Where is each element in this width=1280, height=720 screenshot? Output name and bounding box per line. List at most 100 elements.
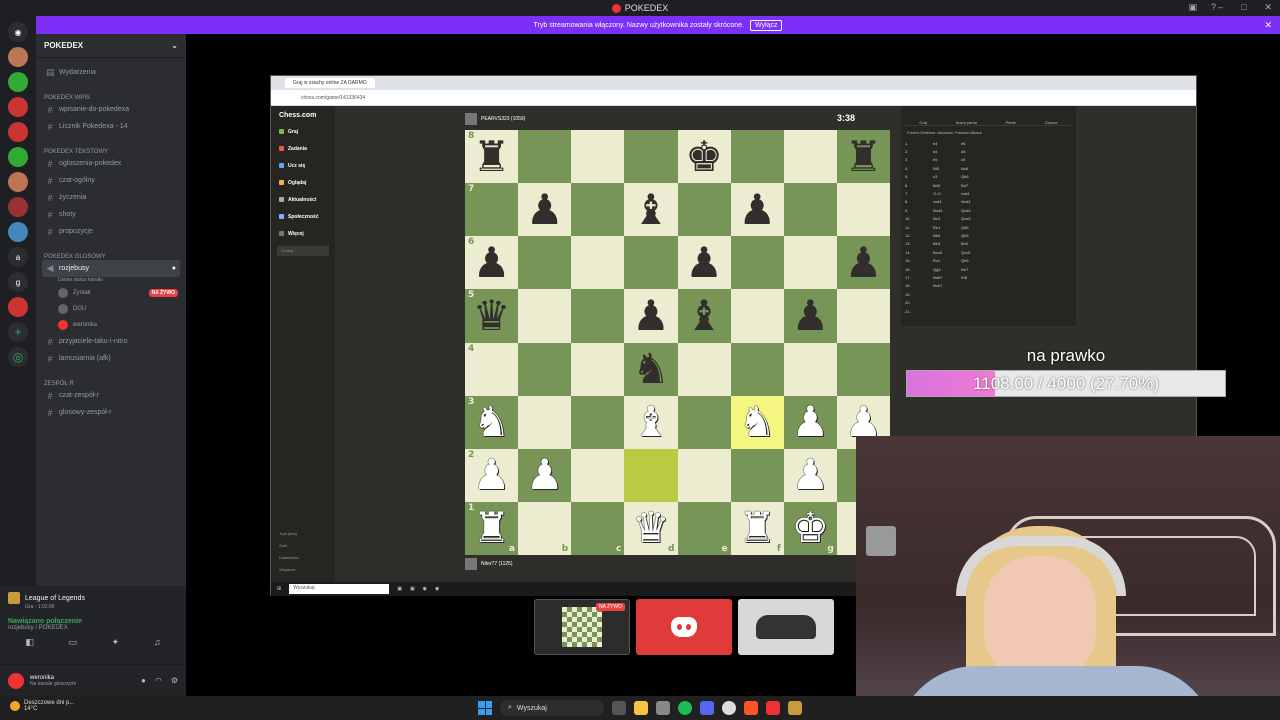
board-square-f3[interactable]: ♞ <box>730 395 784 449</box>
white-pawn-piece[interactable]: ♟ <box>526 454 564 496</box>
avatar[interactable] <box>8 672 24 689</box>
move-row[interactable]: 2. d4 d5 <box>905 147 1072 155</box>
menu-item[interactable]: Aktualności <box>271 191 335 208</box>
board-square-b6[interactable] <box>518 236 572 290</box>
category-header[interactable]: POKEDEX Tekstowy <box>36 141 186 155</box>
board-square-d5[interactable]: ♟ <box>624 289 678 343</box>
move-row[interactable]: 18. Nxb7 <box>905 282 1072 290</box>
board-square-f4[interactable] <box>730 342 784 396</box>
voice-channel-active[interactable]: ◀ rozjebusy ● <box>42 260 180 277</box>
board-square-e3[interactable] <box>677 395 731 449</box>
move-row[interactable]: 8. cxd4 Nxd4 <box>905 198 1072 206</box>
move-row[interactable]: 17. Nd6+ Kf8 <box>905 273 1072 281</box>
server-icon[interactable]: a <box>8 247 28 267</box>
white-rook-piece[interactable]: ♜ <box>738 507 776 549</box>
voice-channel-path[interactable]: rozjebusy / POKEDEX <box>8 625 178 631</box>
board-square-g5[interactable]: ♟ <box>783 289 837 343</box>
board-square-c7[interactable] <box>571 183 625 237</box>
board-square-a3[interactable]: 3 ♞ <box>465 395 519 449</box>
channel-item[interactable]: # ogloszenia-pokedex <box>36 155 186 172</box>
board-square-e6[interactable]: ♟ <box>677 236 731 290</box>
move-row[interactable]: 3. e5 c5 <box>905 156 1072 164</box>
move-row[interactable]: 5. c3 Qb6 <box>905 173 1072 181</box>
board-square-g4[interactable] <box>783 342 837 396</box>
board-square-g1[interactable]: g ♚ <box>783 501 837 555</box>
board-square-c4[interactable] <box>571 342 625 396</box>
move-row[interactable]: 14. Bxc5 Qxc5 <box>905 248 1072 256</box>
board-square-c5[interactable] <box>571 289 625 343</box>
black-king-piece[interactable]: ♚ <box>685 135 723 178</box>
chrome-icon[interactable] <box>722 701 736 715</box>
black-pawn-piece[interactable]: ♟ <box>845 241 883 284</box>
help-icon[interactable]: ? <box>1211 2 1216 13</box>
board-square-b8[interactable] <box>518 130 572 184</box>
black-knight-piece[interactable]: ♞ <box>632 348 670 390</box>
league-icon[interactable] <box>788 701 802 715</box>
file-explorer-icon[interactable] <box>634 701 648 715</box>
soundboard-icon[interactable]: ♫ <box>154 637 161 648</box>
board-square-f5[interactable] <box>730 289 784 343</box>
move-row[interactable]: 10. Nc3 Qxe5 <box>905 215 1072 223</box>
move-row[interactable]: 6. Bd3 Bd7 <box>905 181 1072 189</box>
move-row[interactable]: 1. e4 e6 <box>905 139 1072 147</box>
screen-share-icon[interactable]: ▭ <box>69 637 78 648</box>
app-icon[interactable] <box>766 701 780 715</box>
category-header[interactable]: POKEDEX Wpis <box>36 87 186 101</box>
explore-icon[interactable]: ◎ <box>8 347 28 367</box>
black-pawn-piece[interactable]: ♟ <box>632 294 670 337</box>
board-square-b7[interactable]: ♟ <box>518 183 572 237</box>
server-icon[interactable] <box>8 47 28 67</box>
spotify-icon[interactable] <box>678 701 692 715</box>
board-square-a4[interactable]: 4 <box>465 342 519 396</box>
black-pawn-piece[interactable]: ♟ <box>473 241 511 284</box>
voice-user[interactable]: DGU <box>36 301 186 317</box>
game-activity[interactable]: League of Legends <box>8 592 178 604</box>
channel-item[interactable]: # przyjaciele-taku-i-nitro <box>36 333 186 350</box>
black-bishop-piece[interactable]: ♝ <box>685 294 723 337</box>
chess-board[interactable]: 8 ♜ ♚ ♜ 7 ♟ ♝ ♟ 6 ♟ ♟ ♟ 5 ♛ ♟ ♝ ♟ 4 ♞ 3 ♞ ♝ ♞ ♟ ♟ 2 ♟ ♟ ♟ 1 a ♜ b c d ♛ e f ♜ g… <box>465 130 890 555</box>
board-square-h7[interactable] <box>836 183 890 237</box>
board-square-h4[interactable] <box>836 342 890 396</box>
menu-item[interactable]: Graj <box>271 123 335 140</box>
board-square-c1[interactable]: c <box>571 501 625 555</box>
stream-thumbnail-user[interactable] <box>738 599 834 655</box>
move-row[interactable]: 7. O-O cxd4 <box>905 189 1072 197</box>
move-row[interactable]: 19. <box>905 290 1072 298</box>
maximize-button[interactable]: □ <box>1241 2 1246 13</box>
black-bishop-piece[interactable]: ♝ <box>632 188 670 231</box>
menu-item[interactable]: Społeczność <box>271 208 335 225</box>
tab-play[interactable]: Graj <box>919 120 927 125</box>
chat-icon[interactable]: ● <box>172 265 176 272</box>
move-row[interactable]: 9. Nxd4 Qxd4 <box>905 206 1072 214</box>
server-icon[interactable] <box>8 147 28 167</box>
white-pawn-piece[interactable]: ♟ <box>791 401 829 443</box>
support-item[interactable]: Wsparcie <box>279 564 299 576</box>
black-pawn-piece[interactable]: ♟ <box>738 188 776 231</box>
board-square-d2[interactable] <box>624 448 678 502</box>
server-icon[interactable] <box>8 197 28 217</box>
activities-icon[interactable]: ✦ <box>112 637 120 648</box>
server-header[interactable]: POKEDEX ⌄ <box>36 34 186 58</box>
app-icon[interactable]: ◉ <box>423 586 427 592</box>
microphone-icon[interactable]: ● <box>141 676 146 685</box>
tab-new-game[interactable]: Nowa partia <box>956 120 977 125</box>
board-square-d1[interactable]: d ♛ <box>624 501 678 555</box>
stream-thumbnail-discord[interactable] <box>636 599 732 655</box>
channel-item[interactable]: # shoty <box>36 206 186 223</box>
move-row[interactable]: 13. Be3 Bc5 <box>905 240 1072 248</box>
tab-players[interactable]: Gracze <box>1045 120 1058 125</box>
channel-item[interactable]: # lamusiarnia (afk) <box>36 350 186 367</box>
menu-item[interactable]: Zadania <box>271 140 335 157</box>
add-server-icon[interactable]: + <box>8 322 28 342</box>
address-bar[interactable]: chess.com/game/141336434 <box>271 90 1196 106</box>
board-square-d6[interactable] <box>624 236 678 290</box>
camera-icon[interactable]: ◧ <box>25 637 34 648</box>
board-square-g6[interactable] <box>783 236 837 290</box>
black-pawn-piece[interactable]: ♟ <box>526 188 564 231</box>
start-button[interactable] <box>478 701 492 715</box>
brave-icon[interactable] <box>744 701 758 715</box>
board-square-e7[interactable] <box>677 183 731 237</box>
channel-item[interactable]: # wpisanie-do-pokedexa <box>36 101 186 118</box>
black-rook-piece[interactable]: ♜ <box>473 135 511 178</box>
board-square-c8[interactable] <box>571 130 625 184</box>
